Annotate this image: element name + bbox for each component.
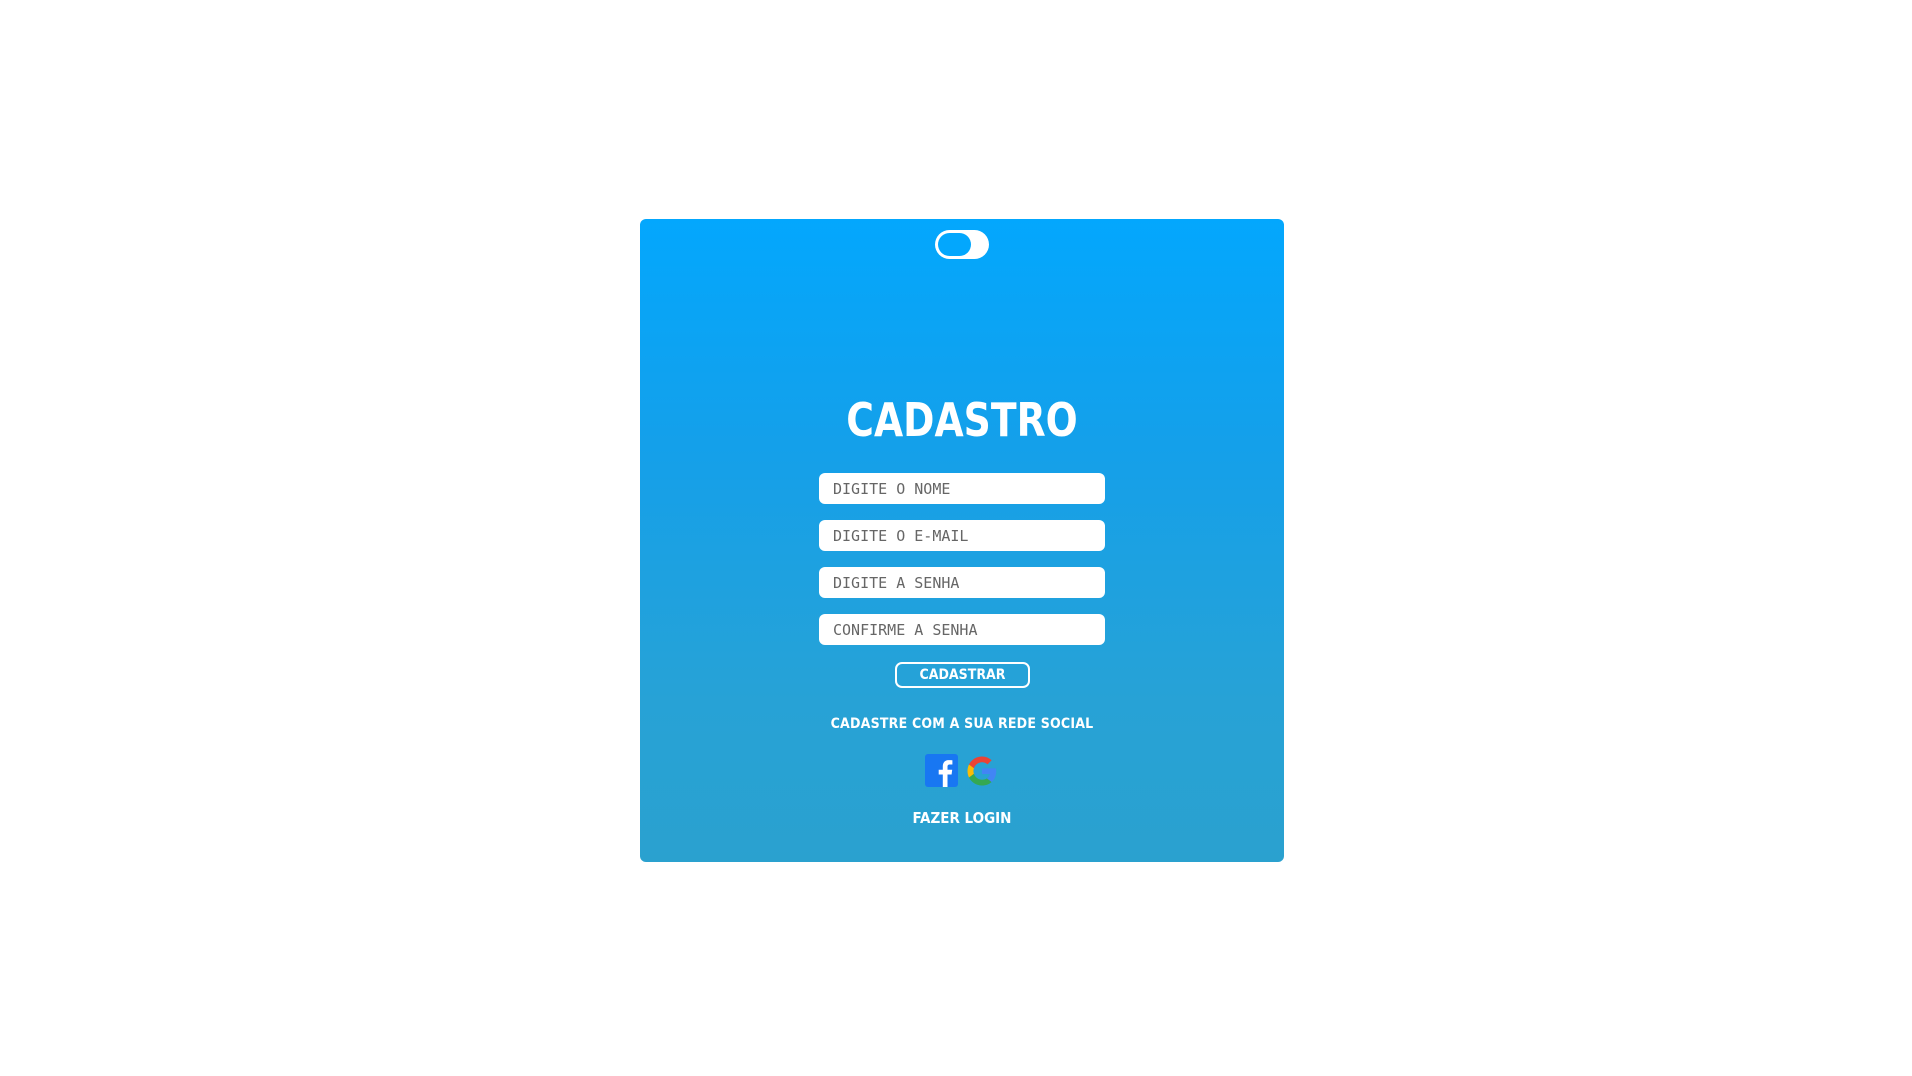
email-input[interactable]: [819, 520, 1105, 551]
login-link[interactable]: FAZER LOGIN: [640, 809, 1284, 827]
social-icons: [925, 754, 1001, 788]
theme-toggle[interactable]: [935, 230, 989, 259]
name-input[interactable]: [819, 473, 1105, 504]
register-button[interactable]: CADASTRAR: [895, 662, 1030, 688]
password-input[interactable]: [819, 567, 1105, 598]
theme-toggle-knob: [938, 233, 971, 256]
social-signup-text: CADASTRE COM A SUA REDE SOCIAL: [830, 716, 1094, 732]
facebook-icon[interactable]: [925, 754, 958, 787]
signup-card: CADASTRO CADASTRAR CADASTRE COM A SUA RE…: [640, 219, 1284, 862]
google-icon[interactable]: [965, 754, 999, 788]
confirm-password-input[interactable]: [819, 614, 1105, 645]
page-title: CADASTRO: [846, 393, 1078, 447]
